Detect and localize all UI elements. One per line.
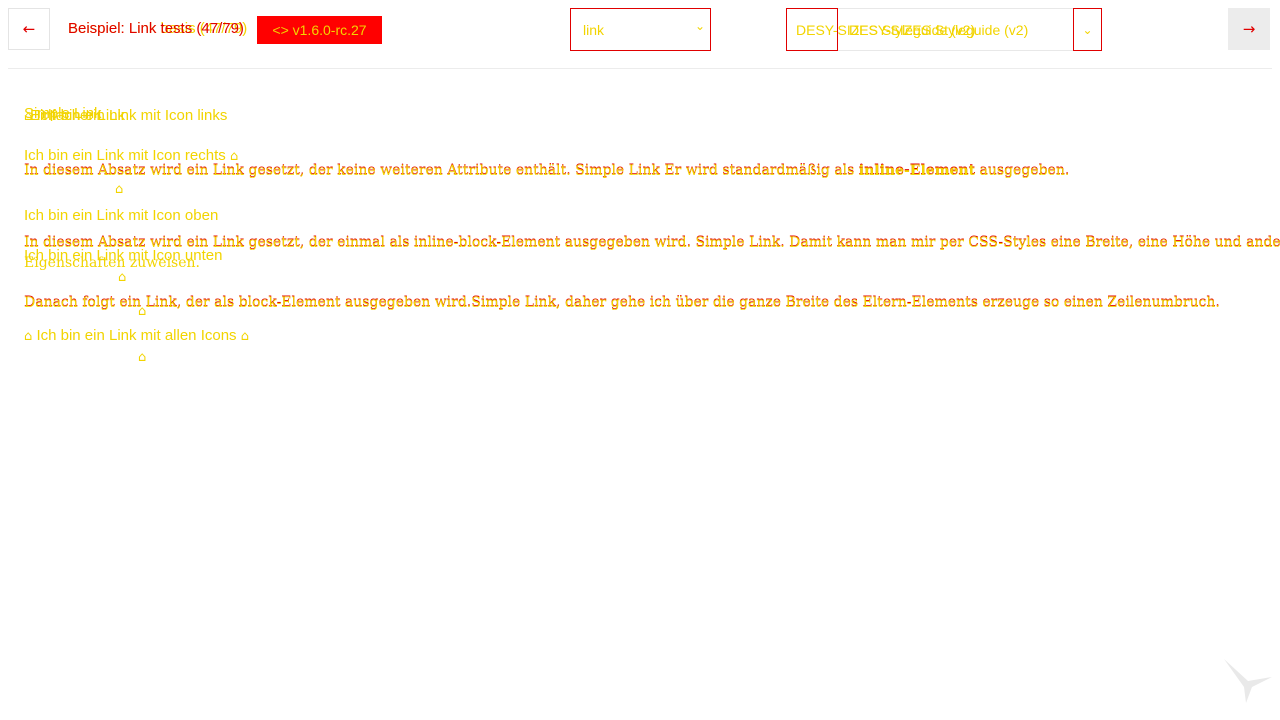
bird-watermark-icon [1222, 655, 1274, 707]
paragraph-inline-emphasis: inline-Element [858, 163, 976, 179]
link-icon-left-label: Ich bin ein Link mit Icon links [36, 107, 228, 124]
chevron-down-icon: ⌄ [695, 19, 706, 33]
home-icon: ⌂ [24, 109, 33, 124]
header-divider [8, 68, 1272, 69]
arrow-left-icon: ← [22, 20, 36, 38]
home-icon: ⌂ [118, 270, 127, 285]
previous-example-button[interactable]: ← [8, 8, 50, 50]
home-icon: ⌂ [240, 329, 249, 344]
example-title-overlay: Beispiel: Link tests (47/79) [68, 20, 244, 37]
link-all-icons-label: Ich bin ein Link mit allen Icons [36, 327, 237, 344]
chevron-down-icon: ⌄ [1082, 22, 1093, 37]
component-select[interactable]: link ⌄ [570, 8, 711, 51]
home-icon: ⌂ [24, 329, 33, 344]
version-badge: <> v1.6.0-rc.27 [257, 16, 382, 44]
theme-select-highlight [786, 8, 838, 51]
link-all-icons[interactable]: ⌂ Ich bin ein Link mit allen Icons ⌂ [24, 327, 249, 344]
paragraph-inline-link-overlay: In diesem Absatz wird ein Link gesetzt, … [24, 163, 1069, 179]
theme-select-value-overlay: DESY-SIZES Styleguide (v2) [849, 22, 1029, 38]
next-example-button[interactable]: → [1228, 8, 1270, 50]
version-badge-label: <> v1.6.0-rc.27 [272, 22, 367, 38]
arrow-right-icon: → [1242, 20, 1256, 38]
home-icon: ⌂ [138, 350, 147, 365]
link-icon-bottom[interactable]: Ich bin ein Link mit Icon unten [24, 247, 222, 264]
link-icon-top[interactable]: Ich bin ein Link mit Icon oben [24, 207, 218, 224]
theme-select-toggle[interactable]: ⌄ [1073, 8, 1102, 51]
home-icon: ⌂ [138, 304, 147, 319]
component-select-value: link [583, 22, 605, 38]
link-icon-left[interactable]: ⌂ Ich bin ein Link mit Icon links [24, 107, 227, 124]
paragraph-block-link-overlay: Danach folgt ein Link, der als block-Ele… [24, 295, 1220, 311]
paragraph-inline-end: ausgegeben. [979, 163, 1070, 179]
home-icon: ⌂ [115, 182, 124, 197]
paragraph-inline-text: In diesem Absatz wird ein Link gesetzt, … [24, 163, 855, 179]
